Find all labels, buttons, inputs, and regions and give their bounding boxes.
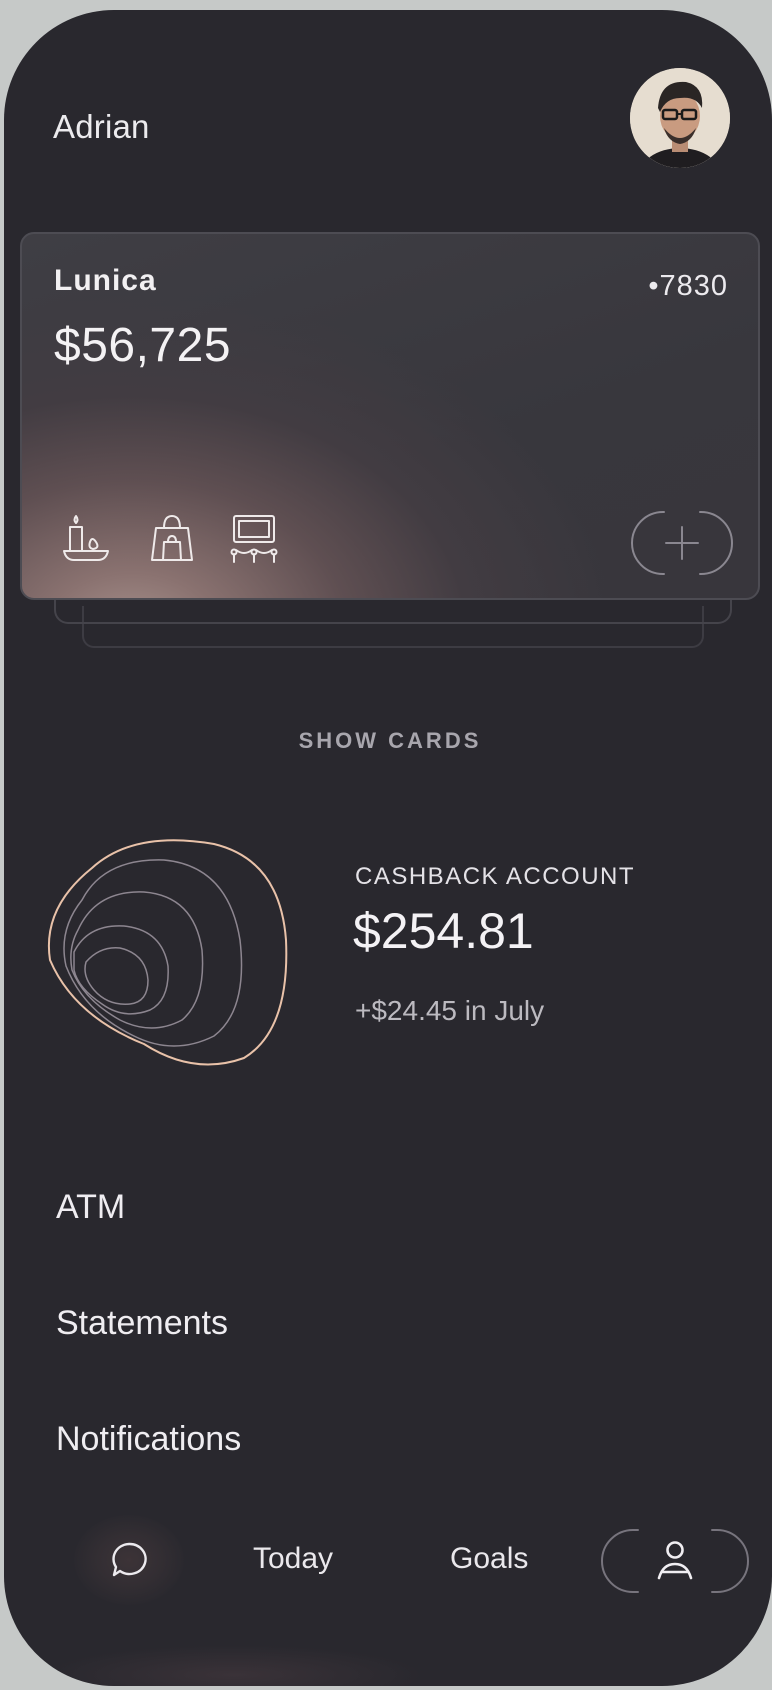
card-number-last4: •7830 [648, 270, 728, 302]
card-brand-logo: Lunica [54, 264, 157, 297]
nav-goals[interactable]: Goals [450, 1542, 528, 1576]
cashback-amount: $254.81 [353, 903, 534, 959]
bank-card[interactable]: Lunica •7830 $56,725 [20, 232, 760, 600]
theater-icon [230, 515, 278, 563]
nav-today[interactable]: Today [253, 1542, 333, 1576]
user-name: Adrian [53, 108, 150, 145]
cashback-account-label: CASHBACK ACCOUNT [355, 863, 636, 890]
person-icon [657, 1541, 693, 1580]
bottom-glow [44, 1645, 424, 1686]
menu-item-statements[interactable]: Statements [56, 1304, 228, 1343]
avatar-image [630, 68, 730, 168]
nav-profile-button[interactable] [600, 1528, 750, 1594]
cashback-shell-illustration [48, 839, 288, 1066]
shopping-bag-icon [151, 515, 193, 561]
add-card-button[interactable] [630, 510, 734, 576]
cashback-monthly-change: +$24.45 in July [355, 995, 545, 1026]
chat-bubble-icon [112, 1542, 147, 1577]
nav-chat-button[interactable] [74, 1515, 184, 1605]
candle-icon [63, 515, 109, 561]
show-cards-button[interactable]: SHOW CARDS [4, 728, 772, 754]
phone-screen: Adrian Lunica •7830 $56,725 SHOW CARDS C… [4, 10, 772, 1686]
menu-item-atm[interactable]: ATM [56, 1188, 125, 1227]
menu-item-notifications[interactable]: Notifications [56, 1420, 241, 1459]
avatar[interactable] [630, 68, 730, 168]
card-balance: $56,725 [54, 319, 232, 372]
